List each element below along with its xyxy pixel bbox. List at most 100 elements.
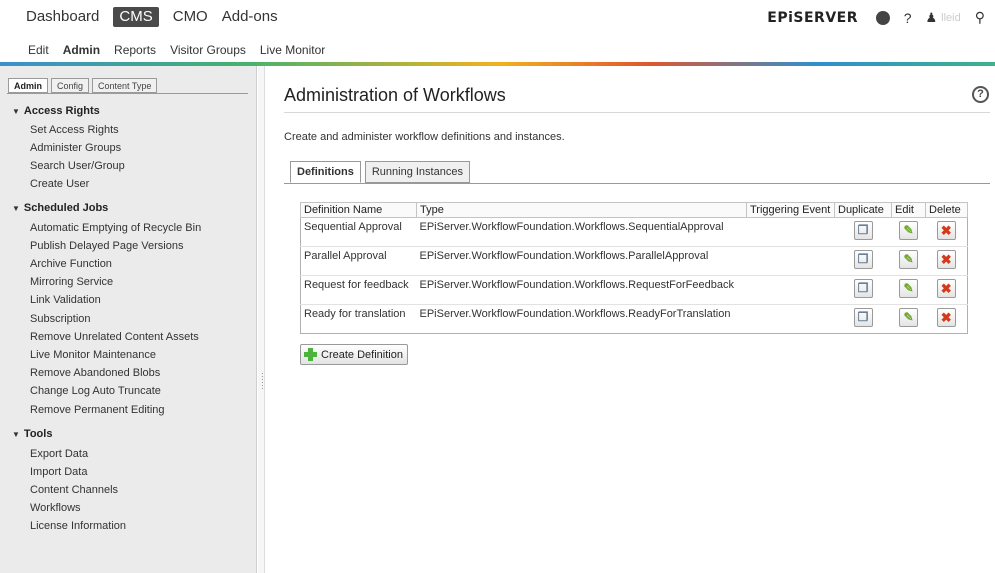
sidebar-item-administer-groups[interactable]: Administer Groups bbox=[30, 141, 121, 155]
section-title: Access Rights bbox=[23, 105, 100, 117]
table-header-row: Definition Name Type Triggering Event Du… bbox=[300, 202, 968, 218]
help-icon[interactable]: ? bbox=[972, 86, 989, 103]
workflow-tabs: Definitions Running Instances bbox=[290, 161, 474, 183]
edit-button[interactable]: ✎ bbox=[899, 308, 918, 327]
panel-splitter[interactable] bbox=[258, 66, 265, 573]
tab-definitions[interactable]: Definitions bbox=[290, 161, 361, 183]
edit-button[interactable]: ✎ bbox=[899, 250, 918, 269]
delete-x-icon: ✖ bbox=[940, 252, 952, 267]
menu-item-dashboard[interactable]: Dashboard bbox=[26, 7, 99, 27]
subnav-edit[interactable]: Edit bbox=[28, 43, 49, 57]
sidebar-item-search-user-group[interactable]: Search User/Group bbox=[30, 159, 125, 173]
section-access-rights[interactable]: ▼ Access Rights bbox=[12, 105, 100, 117]
sidebar-item-live-monitor-maintenance[interactable]: Live Monitor Maintenance bbox=[30, 348, 156, 362]
table-row: Parallel Approval EPiServer.WorkflowFoun… bbox=[300, 246, 968, 276]
definition-type: EPiServer.WorkflowFoundation.Workflows.R… bbox=[416, 304, 747, 334]
page-description: Create and administer workflow definitio… bbox=[284, 131, 565, 143]
section-title: Scheduled Jobs bbox=[23, 202, 109, 214]
plus-icon bbox=[304, 348, 317, 361]
title-divider bbox=[284, 112, 990, 113]
top-icons: ? ♟ lleid ⚲ bbox=[862, 9, 985, 26]
search-icon[interactable]: ⚲ bbox=[975, 9, 985, 26]
column-header-type: Type bbox=[416, 202, 747, 218]
create-definition-button[interactable]: Create Definition bbox=[300, 344, 408, 365]
definition-name: Request for feedback bbox=[300, 275, 417, 305]
tab-divider bbox=[7, 93, 248, 94]
pencil-icon: ✎ bbox=[903, 310, 914, 324]
page-title: Administration of Workflows bbox=[284, 85, 506, 105]
admin-sidebar: Admin Config Content Type ▼ Access Rights… bbox=[0, 66, 257, 573]
edit-button[interactable]: ✎ bbox=[899, 221, 918, 240]
globe-icon[interactable] bbox=[875, 10, 890, 25]
duplicate-button[interactable]: ❐ bbox=[853, 250, 873, 269]
sidebar-item-remove-abandoned-blobs[interactable]: Remove Abandoned Blobs bbox=[30, 366, 160, 380]
definition-type: EPiServer.WorkflowFoundation.Workflows.S… bbox=[416, 217, 747, 247]
delete-x-icon: ✖ bbox=[940, 223, 952, 238]
duplicate-icon: ❐ bbox=[857, 223, 869, 237]
pencil-icon: ✎ bbox=[903, 223, 914, 237]
expand-triangle-icon: ▼ bbox=[12, 430, 20, 439]
sidebar-item-mirroring-service[interactable]: Mirroring Service bbox=[30, 275, 113, 289]
duplicate-button[interactable]: ❐ bbox=[853, 221, 873, 240]
sidebar-item-create-user[interactable]: Create User bbox=[30, 177, 89, 191]
username[interactable]: lleid bbox=[941, 12, 961, 24]
sidebar-tabs: Admin Config Content Type bbox=[8, 78, 160, 93]
menu-item-add-ons[interactable]: Add-ons bbox=[222, 7, 278, 27]
tab-content-type[interactable]: Content Type bbox=[92, 78, 158, 93]
user-icon[interactable]: ♟ bbox=[926, 10, 938, 26]
section-title: Tools bbox=[23, 428, 53, 440]
sidebar-item-import-data[interactable]: Import Data bbox=[30, 465, 87, 479]
main-content: Administration of Workflows ? Create and… bbox=[266, 66, 995, 573]
sidebar-item-license-information[interactable]: License Information bbox=[30, 519, 126, 533]
column-header-delete: Delete bbox=[925, 202, 968, 218]
pencil-icon: ✎ bbox=[903, 252, 914, 266]
sidebar-item-subscription[interactable]: Subscription bbox=[30, 312, 91, 326]
definition-name: Ready for translation bbox=[300, 304, 417, 334]
sidebar-item-remove-permanent-editing[interactable]: Remove Permanent Editing bbox=[30, 403, 165, 417]
menu-item-cms[interactable]: CMS bbox=[113, 7, 159, 27]
sidebar-item-export-data[interactable]: Export Data bbox=[30, 447, 88, 461]
delete-button[interactable]: ✖ bbox=[936, 250, 956, 269]
definition-type: EPiServer.WorkflowFoundation.Workflows.P… bbox=[416, 246, 747, 276]
section-scheduled-jobs[interactable]: ▼ Scheduled Jobs bbox=[12, 202, 108, 214]
menu-item-cmo[interactable]: CMO bbox=[173, 7, 208, 27]
splitter-grip-icon[interactable]: · · · · · · bbox=[261, 370, 264, 393]
sidebar-item-change-log-truncate[interactable]: Change Log Auto Truncate bbox=[30, 384, 161, 398]
delete-button[interactable]: ✖ bbox=[936, 308, 956, 327]
triggering-event bbox=[746, 275, 835, 305]
duplicate-button[interactable]: ❐ bbox=[853, 279, 873, 298]
sidebar-item-remove-unrelated[interactable]: Remove Unrelated Content Assets bbox=[30, 330, 199, 344]
delete-x-icon: ✖ bbox=[940, 281, 952, 296]
sidebar-item-link-validation[interactable]: Link Validation bbox=[30, 293, 101, 307]
delete-x-icon: ✖ bbox=[940, 310, 952, 325]
delete-button[interactable]: ✖ bbox=[936, 279, 956, 298]
subnav-admin[interactable]: Admin bbox=[63, 43, 100, 57]
subnav-visitor-groups[interactable]: Visitor Groups bbox=[170, 43, 246, 57]
sidebar-item-set-access-rights[interactable]: Set Access Rights bbox=[30, 123, 119, 137]
delete-button[interactable]: ✖ bbox=[936, 221, 956, 240]
duplicate-button[interactable]: ❐ bbox=[853, 308, 873, 327]
sidebar-item-workflows[interactable]: Workflows bbox=[30, 501, 81, 515]
duplicate-icon: ❐ bbox=[857, 310, 869, 324]
tab-running-instances[interactable]: Running Instances bbox=[364, 161, 470, 183]
edit-button[interactable]: ✎ bbox=[899, 279, 918, 298]
sidebar-item-content-channels[interactable]: Content Channels bbox=[30, 483, 118, 497]
section-tools[interactable]: ▼ Tools bbox=[12, 428, 52, 440]
sidebar-item-publish-delayed[interactable]: Publish Delayed Page Versions bbox=[30, 239, 183, 253]
tab-config[interactable]: Config bbox=[51, 78, 90, 93]
column-header-duplicate: Duplicate bbox=[834, 202, 892, 218]
create-definition-label: Create Definition bbox=[321, 348, 403, 361]
subnav-live-monitor[interactable]: Live Monitor bbox=[260, 43, 325, 57]
tab-admin[interactable]: Admin bbox=[8, 78, 48, 93]
help-icon[interactable]: ? bbox=[904, 10, 912, 26]
tab-divider bbox=[284, 183, 990, 184]
sidebar-item-recycle-bin[interactable]: Automatic Emptying of Recycle Bin bbox=[30, 221, 201, 235]
table-row: Ready for translation EPiServer.Workflow… bbox=[300, 304, 968, 334]
table-row: Sequential Approval EPiServer.WorkflowFo… bbox=[300, 217, 968, 247]
definition-name: Sequential Approval bbox=[300, 217, 417, 247]
subnav-reports[interactable]: Reports bbox=[114, 43, 156, 57]
definition-type: EPiServer.WorkflowFoundation.Workflows.R… bbox=[416, 275, 747, 305]
column-header-edit: Edit bbox=[891, 202, 926, 218]
sidebar-item-archive-function[interactable]: Archive Function bbox=[30, 257, 112, 271]
duplicate-icon: ❐ bbox=[857, 252, 869, 266]
